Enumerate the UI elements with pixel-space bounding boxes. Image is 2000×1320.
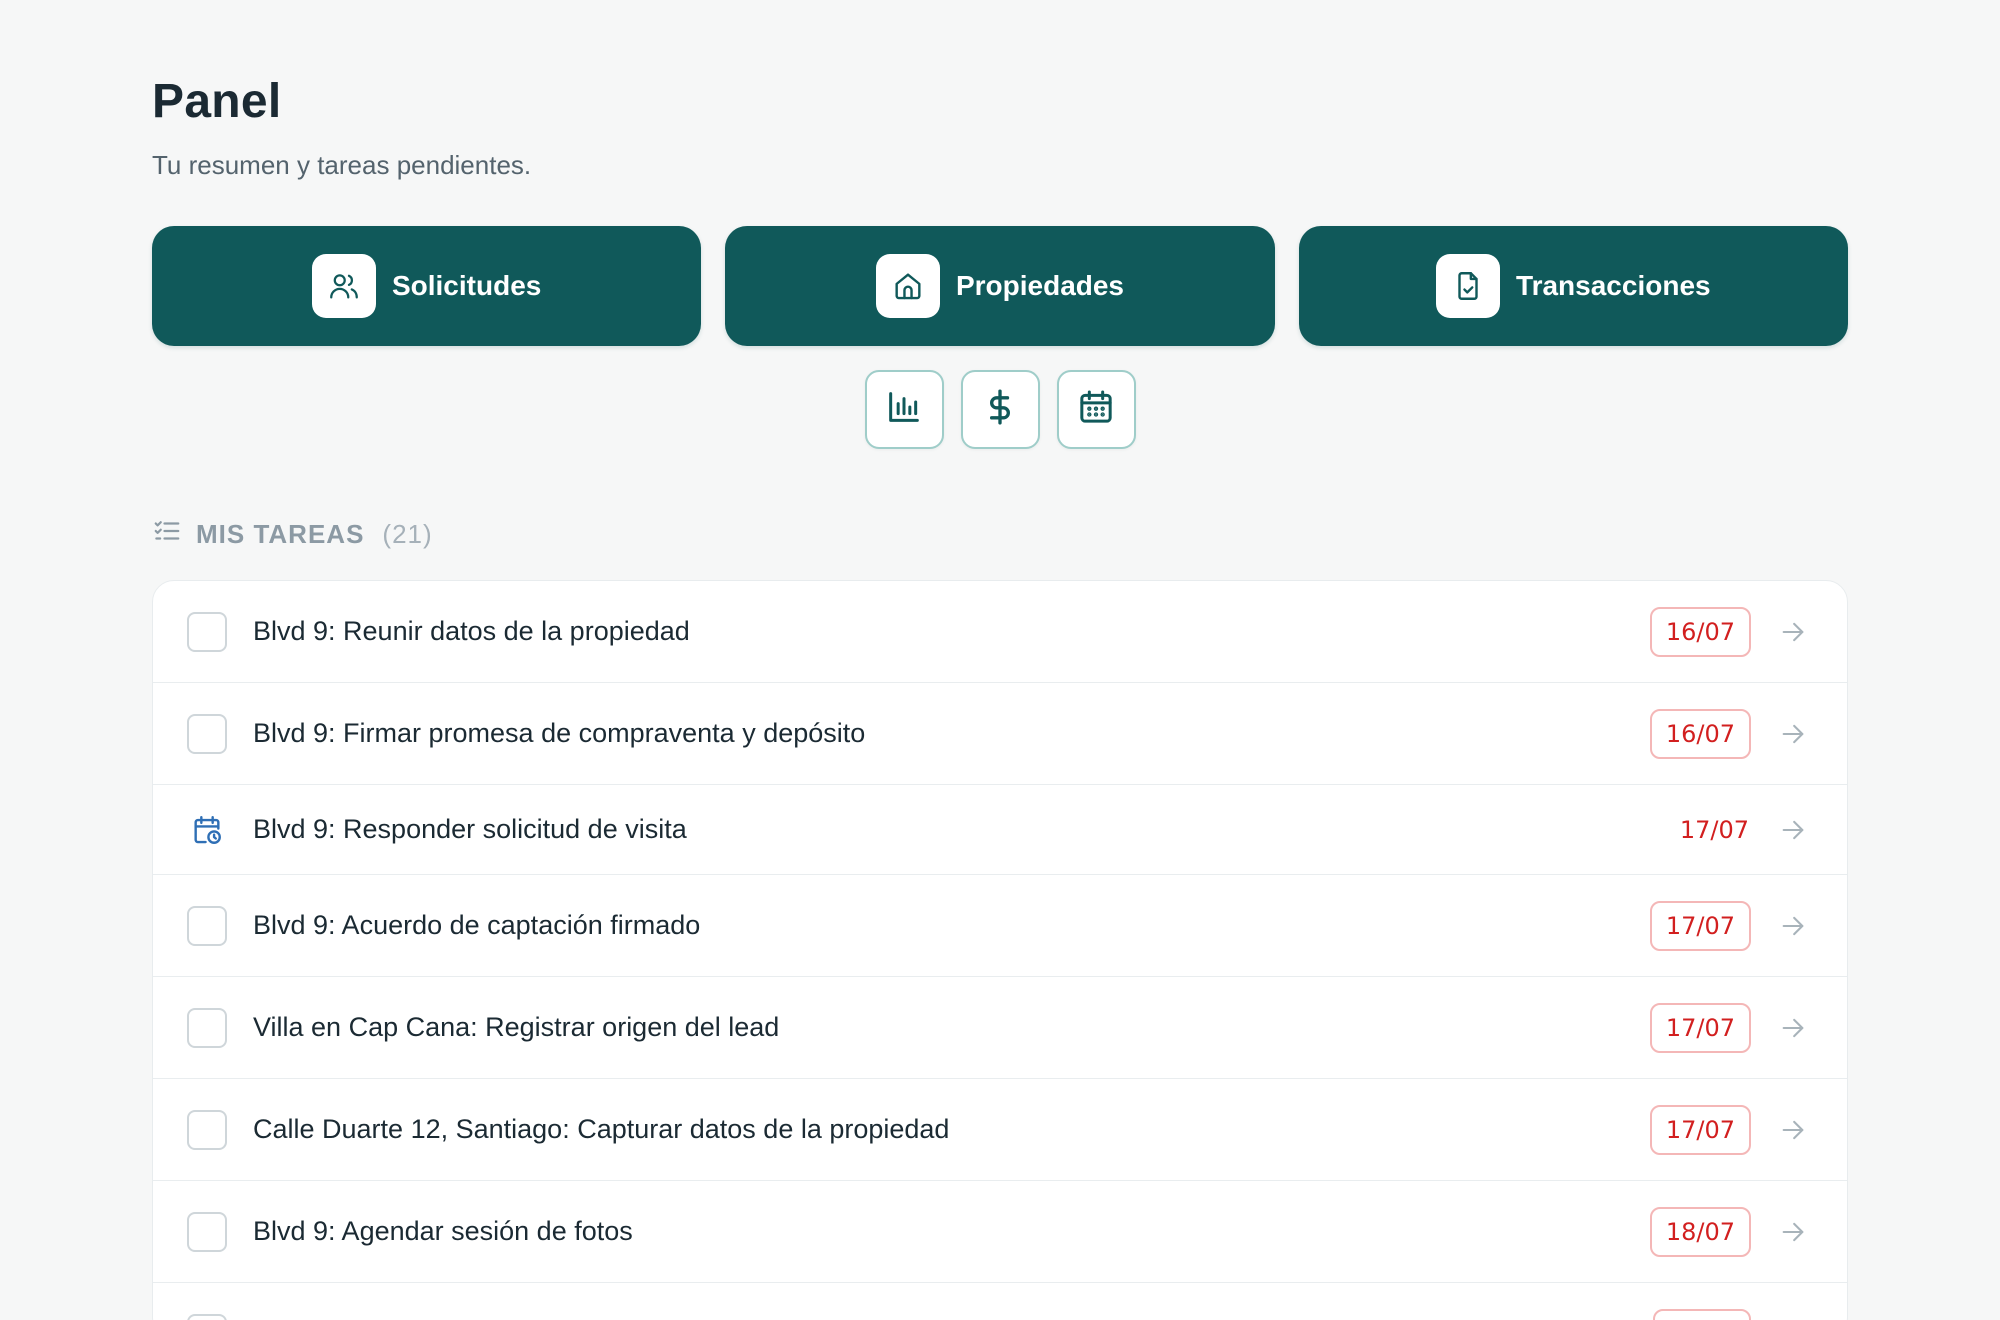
document-check-icon xyxy=(1436,254,1501,318)
tasks-heading: MIS TAREAS xyxy=(196,519,365,549)
arrow-right-icon[interactable] xyxy=(1773,714,1813,754)
tasks-count: (21) xyxy=(382,519,433,549)
nav-card-transacciones[interactable]: Transacciones xyxy=(1298,226,1848,346)
calendar-icon xyxy=(1076,387,1116,432)
task-checkbox[interactable] xyxy=(187,1211,227,1252)
task-due-date: 17/07 xyxy=(1649,900,1751,951)
task-checkbox[interactable] xyxy=(187,905,227,946)
dollar-icon xyxy=(980,387,1020,432)
dashboard-page: Panel Tu resumen y tareas pendientes. So… xyxy=(0,0,2000,1320)
task-checkbox[interactable] xyxy=(187,713,227,754)
task-title: Blvd 9: Responder solicitud de visita xyxy=(253,814,687,844)
users-icon xyxy=(311,254,376,318)
task-checkbox[interactable] xyxy=(187,1313,227,1320)
reports-button[interactable] xyxy=(864,370,944,449)
task-due-date xyxy=(1653,1308,1751,1320)
arrow-right-icon[interactable] xyxy=(1773,1314,1813,1320)
task-title: Blvd 9: Acuerdo de captación firmado xyxy=(253,910,701,940)
task-row[interactable]: Villa en Cap Cana: Registrar origen del … xyxy=(153,977,1847,1079)
arrow-right-icon[interactable] xyxy=(1773,906,1813,946)
arrow-right-icon[interactable] xyxy=(1773,612,1813,652)
nav-card-label: Solicitudes xyxy=(391,270,542,301)
task-due-date: 17/07 xyxy=(1649,1104,1751,1155)
task-row[interactable]: Calle Duarte 12, Santiago: Capturar dato… xyxy=(153,1079,1847,1181)
task-row[interactable]: Blvd 9: Reunir datos de la propiedad 16/… xyxy=(153,581,1847,683)
task-row[interactable]: Blvd 9: Agendar sesión de fotos 18/07 xyxy=(153,1181,1847,1283)
bar-chart-icon xyxy=(884,387,924,432)
task-checkbox[interactable] xyxy=(187,1007,227,1048)
task-title: Villa en Cap Cana: Registrar origen del … xyxy=(253,1012,780,1042)
tasks-list: Blvd 9: Reunir datos de la propiedad 16/… xyxy=(152,580,1848,1320)
task-title: Blvd 9: Reunir datos de la propiedad xyxy=(253,616,690,646)
nav-cards: Solicitudes Propiedades Transacciones xyxy=(152,226,1848,346)
task-due-date: 17/07 xyxy=(1679,815,1749,844)
arrow-right-icon[interactable] xyxy=(1773,810,1813,850)
finances-button[interactable] xyxy=(960,370,1040,449)
task-due-date: 17/07 xyxy=(1649,1002,1751,1053)
arrow-right-icon[interactable] xyxy=(1773,1212,1813,1252)
calendar-clock-icon xyxy=(187,810,227,850)
task-due-date: 16/07 xyxy=(1649,606,1751,657)
task-row[interactable]: Blvd 9: Firmar promesa de compraventa y … xyxy=(153,683,1847,785)
task-row[interactable]: Blvd 9: Responder solicitud de visita 17… xyxy=(153,785,1847,875)
nav-card-propiedades[interactable]: Propiedades xyxy=(725,226,1275,346)
arrow-right-icon[interactable] xyxy=(1773,1110,1813,1150)
task-due-date: 18/07 xyxy=(1649,1206,1751,1257)
calendar-button[interactable] xyxy=(1056,370,1136,449)
task-checkbox[interactable] xyxy=(187,1109,227,1150)
nav-card-label: Propiedades xyxy=(955,270,1125,301)
task-row[interactable]: Blvd 9: Acuerdo de captación firmado 17/… xyxy=(153,875,1847,977)
checklist-icon xyxy=(152,516,182,553)
task-row-partial[interactable] xyxy=(153,1283,1847,1320)
page-title: Panel xyxy=(152,75,282,128)
nav-card-solicitudes[interactable]: Solicitudes xyxy=(152,226,702,346)
task-title: Blvd 9: Firmar promesa de compraventa y … xyxy=(253,718,866,748)
task-checkbox[interactable] xyxy=(187,611,227,652)
tasks-section-header: MIS TAREAS (21) xyxy=(152,516,433,553)
house-icon xyxy=(875,254,940,318)
quick-actions xyxy=(0,370,2000,449)
nav-card-label: Transacciones xyxy=(1516,270,1711,301)
task-due-date: 16/07 xyxy=(1649,708,1751,759)
arrow-right-icon[interactable] xyxy=(1773,1008,1813,1048)
task-title: Calle Duarte 12, Santiago: Capturar dato… xyxy=(253,1114,950,1144)
task-title: Blvd 9: Agendar sesión de fotos xyxy=(253,1216,633,1246)
page-subtitle: Tu resumen y tareas pendientes. xyxy=(152,150,532,180)
